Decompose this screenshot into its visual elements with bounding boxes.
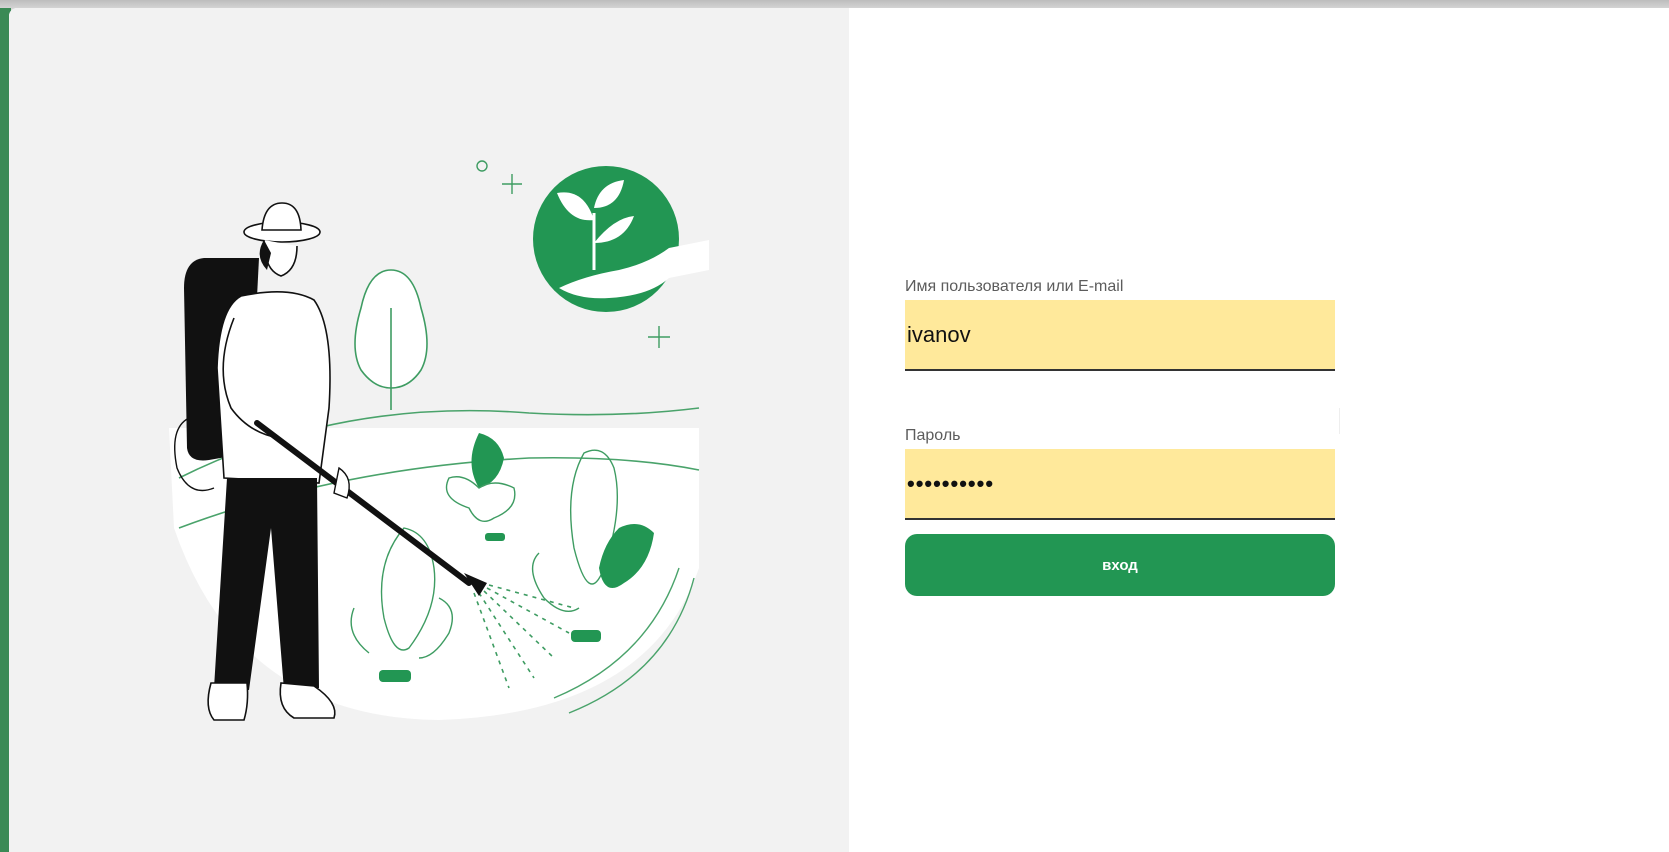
form-divider-mark	[1339, 408, 1348, 434]
login-button[interactable]: вход	[905, 534, 1335, 596]
illustration-panel	[9, 8, 849, 852]
hat-crown	[261, 202, 302, 231]
login-page: Имя пользователя или E-mail Пароль вход	[9, 8, 1669, 852]
plant-pot-1	[485, 533, 505, 541]
username-label: Имя пользователя или E-mail	[905, 278, 1124, 295]
sparkle-circle	[476, 160, 488, 172]
gardener-illustration	[169, 160, 709, 721]
password-label: Пароль	[905, 427, 961, 444]
browser-window: Имя пользователя или E-mail Пароль вход	[0, 0, 1669, 852]
login-form: Имя пользователя или E-mail Пароль вход	[905, 278, 1335, 596]
plant-pot-3	[379, 670, 411, 682]
person-shirt	[216, 291, 331, 484]
password-input[interactable]	[905, 449, 1335, 520]
shoe-left	[207, 682, 249, 721]
sparkle-plus-2	[648, 326, 670, 348]
button-gap	[905, 520, 1335, 534]
username-input[interactable]	[905, 300, 1335, 371]
field-gap	[905, 371, 1335, 427]
sparkle-plus-1	[502, 174, 522, 194]
plant-pot-2	[571, 630, 601, 642]
